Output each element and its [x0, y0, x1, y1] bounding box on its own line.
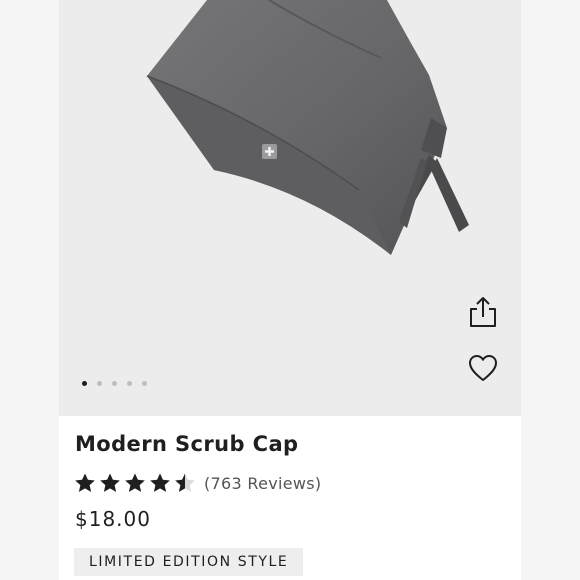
- gallery-dot-5[interactable]: [142, 381, 147, 386]
- gallery-dot-3[interactable]: [112, 381, 117, 386]
- limited-edition-badge: LIMITED EDITION STYLE: [74, 548, 304, 576]
- star-rating: [74, 472, 196, 494]
- product-title: Modern Scrub Cap: [75, 432, 299, 456]
- star-icon: [100, 473, 120, 492]
- star-icon: [150, 473, 170, 492]
- star-icon: [75, 473, 95, 492]
- gallery-dot-2[interactable]: [97, 381, 102, 386]
- gallery-pagination: [82, 381, 147, 386]
- star-icon: [125, 473, 145, 492]
- product-rating[interactable]: (763 Reviews): [74, 472, 321, 494]
- gallery-dot-1[interactable]: [82, 381, 87, 386]
- share-icon: [470, 297, 496, 327]
- reviews-link[interactable]: (763 Reviews): [204, 474, 321, 493]
- gallery-dot-4[interactable]: [127, 381, 132, 386]
- star-icon: [175, 473, 195, 492]
- product-image-gallery[interactable]: [59, 0, 521, 416]
- product-page: Modern Scrub Cap (763 Reviews) $18.00 LI…: [59, 0, 521, 580]
- heart-icon: [469, 355, 497, 381]
- product-image: [146, 0, 469, 255]
- product-price: $18.00: [75, 507, 151, 531]
- wishlist-button[interactable]: [467, 353, 499, 383]
- share-button[interactable]: [468, 295, 498, 329]
